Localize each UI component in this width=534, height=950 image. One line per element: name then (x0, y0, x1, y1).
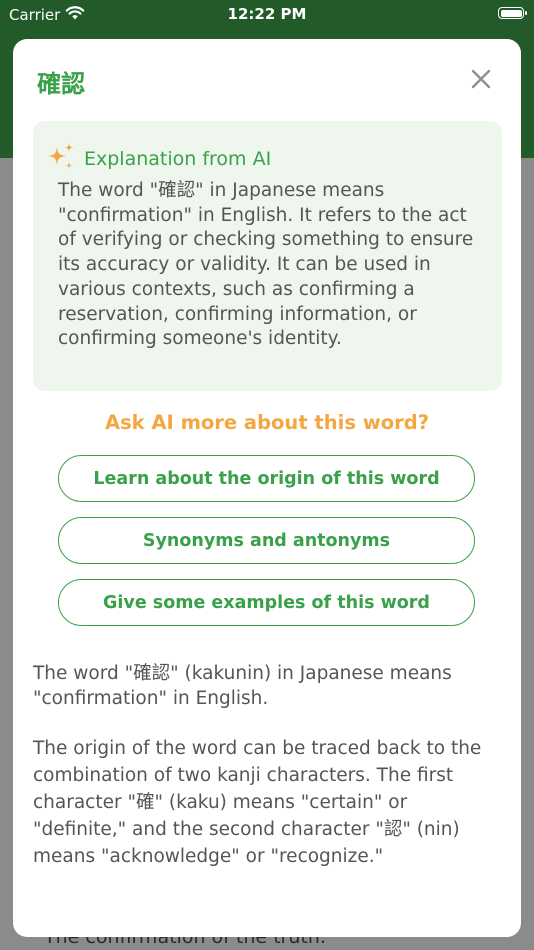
synonyms-antonyms-button[interactable]: Synonyms and antonyms (58, 517, 475, 564)
clock: 12:22 PM (227, 5, 307, 23)
status-bar: Carrier 12:22 PM (0, 0, 534, 30)
ai-explanation-card: Explanation from AI The word "確認" in Jap… (33, 121, 502, 391)
answer-paragraph-2: The origin of the word can be traced bac… (33, 738, 482, 867)
answer-paragraph-1: The word "確認" (kakunin) in Japanese mean… (33, 663, 452, 709)
origin-button[interactable]: Learn about the origin of this word (58, 455, 475, 502)
ai-heading: Explanation from AI (84, 148, 272, 170)
examples-button[interactable]: Give some examples of this word (58, 579, 475, 626)
close-icon[interactable] (467, 65, 495, 93)
ai-explanation-text: The word "確認" in Japanese means "confirm… (58, 180, 474, 350)
battery-icon (498, 7, 527, 19)
ai-answer: The word "確認" (kakunin) in Japanese mean… (33, 661, 485, 894)
word-detail-sheet: 確認 Explanation from AI The word "確認" in … (13, 39, 521, 937)
sparkle-icon (48, 143, 74, 169)
ask-ai-title: Ask AI more about this word? (104, 411, 430, 434)
sheet-title: 確認 (37, 70, 85, 98)
